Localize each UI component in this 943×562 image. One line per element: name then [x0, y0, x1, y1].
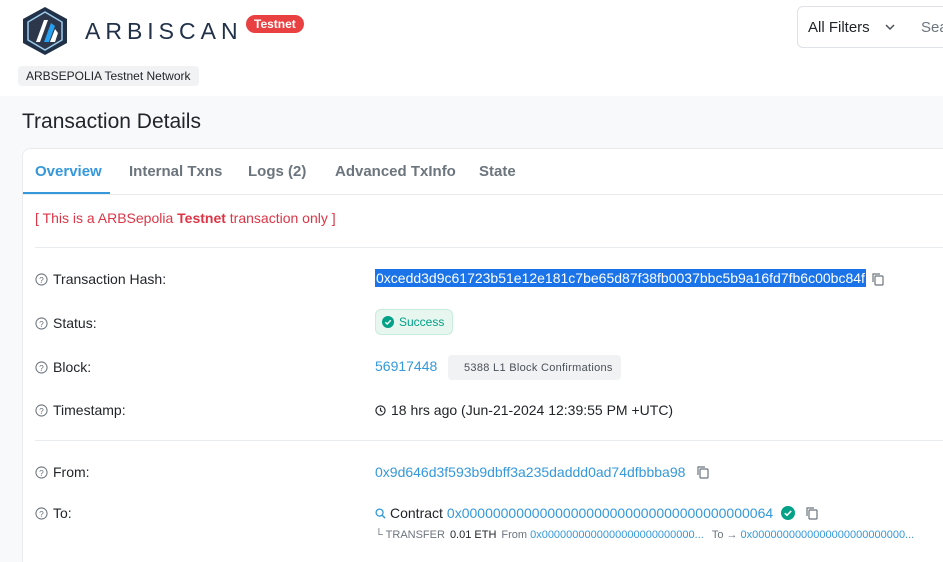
- timestamp: 18 hrs ago (Jun-21-2024 12:39:55 PM +UTC…: [375, 402, 673, 418]
- svg-text:?: ?: [39, 467, 44, 477]
- from-row-label: ? From:: [35, 464, 90, 480]
- copy-icon[interactable]: [696, 465, 710, 479]
- to-contract: Contract 0x00000000000000000000000000000…: [375, 505, 796, 521]
- block-label: Block:: [53, 359, 92, 375]
- testnet-notice: [ This is a ARBSepolia Testnet transacti…: [35, 210, 336, 226]
- block-row-label: ? Block:: [35, 359, 91, 375]
- tab-bar: Overview Internal Txns Logs (2) Advanced…: [23, 149, 943, 195]
- hash-row-label: ? Transaction Hash:: [35, 271, 166, 287]
- notice-suffix: transaction only ]: [225, 210, 336, 226]
- divider: [35, 247, 943, 248]
- transfer-to-word: To →: [711, 529, 738, 541]
- internal-transfer: └ TRANSFER 0.01 ETH From 0x0000000000000…: [375, 529, 914, 541]
- to-row-label: ? To:: [35, 505, 72, 521]
- search-input[interactable]: [911, 6, 943, 48]
- to-label: To:: [53, 505, 72, 521]
- copy-icon[interactable]: [805, 506, 819, 520]
- tab-overview[interactable]: Overview: [35, 163, 102, 180]
- question-circle-icon[interactable]: ?: [35, 360, 48, 374]
- notice-bold: Testnet: [177, 210, 226, 226]
- transaction-card: Overview Internal Txns Logs (2) Advanced…: [22, 148, 943, 562]
- verified-check-icon: [781, 506, 796, 520]
- from-label: From:: [53, 464, 90, 480]
- hash-label: Transaction Hash:: [53, 271, 167, 287]
- from-address-link[interactable]: 0x9d646d3f593b9dbff3a235daddd0ad74dfbbba…: [375, 464, 685, 480]
- clock-icon: [375, 404, 386, 416]
- question-circle-icon[interactable]: ?: [35, 465, 48, 479]
- tab-internal-txns[interactable]: Internal Txns: [129, 163, 222, 180]
- transfer-from-word: From: [501, 529, 528, 541]
- transfer-amount: 0.01 ETH: [449, 529, 497, 541]
- to-address-link[interactable]: 0x00000000000000000000000000000000000000…: [447, 505, 773, 521]
- filter-label: All Filters: [808, 18, 870, 36]
- chevron-down-icon: [885, 24, 895, 31]
- svg-text:?: ?: [39, 274, 44, 284]
- page-title: Transaction Details: [22, 110, 201, 133]
- check-circle-icon: [382, 316, 394, 328]
- transaction-hash[interactable]: 0xcedd3d9c61723b51e12e181c7be65d87f38fb0…: [375, 269, 866, 287]
- testnet-badge: Testnet: [246, 15, 304, 33]
- status-row-label: ? Status:: [35, 315, 97, 331]
- search-filter-select[interactable]: All Filters: [797, 6, 912, 48]
- question-circle-icon[interactable]: ?: [35, 506, 48, 520]
- copy-icon[interactable]: [871, 272, 885, 286]
- status-value: Success: [399, 315, 445, 329]
- active-tab-indicator: [23, 192, 110, 194]
- transfer-to-link[interactable]: 0x0000000000000000000000000...: [741, 529, 915, 541]
- svg-text:?: ?: [39, 362, 44, 372]
- arbiscan-logo-icon[interactable]: [22, 6, 68, 56]
- contract-word: Contract: [390, 505, 443, 521]
- top-header: ARBISCAN Testnet ARBSEPOLIA Testnet Netw…: [0, 0, 943, 96]
- block-confirmations-badge: 5388 L1 Block Confirmations: [448, 355, 621, 380]
- block-number-link[interactable]: 56917448: [375, 358, 437, 374]
- tab-advanced-txinfo[interactable]: Advanced TxInfo: [335, 163, 456, 180]
- question-circle-icon[interactable]: ?: [35, 403, 48, 417]
- svg-text:?: ?: [39, 508, 44, 518]
- network-label: ARBSEPOLIA Testnet Network: [18, 66, 199, 86]
- timestamp-row-label: ? Timestamp:: [35, 402, 126, 418]
- timestamp-label: Timestamp:: [53, 402, 126, 418]
- svg-text:?: ?: [39, 318, 44, 328]
- contract-search-icon[interactable]: [375, 507, 386, 519]
- tab-state[interactable]: State: [479, 163, 516, 180]
- status-badge: Success: [375, 309, 454, 335]
- transfer-prefix: └ TRANSFER: [375, 529, 445, 541]
- transfer-from-link[interactable]: 0x0000000000000000000000000...: [530, 529, 704, 541]
- question-circle-icon[interactable]: ?: [35, 316, 48, 330]
- divider: [35, 440, 943, 441]
- brand-name[interactable]: ARBISCAN: [85, 18, 243, 45]
- status-label: Status:: [53, 315, 97, 331]
- question-circle-icon[interactable]: ?: [35, 272, 48, 286]
- tab-logs[interactable]: Logs (2): [248, 163, 306, 180]
- notice-prefix: [ This is a ARBSepolia: [35, 210, 178, 226]
- timestamp-value: 18 hrs ago (Jun-21-2024 12:39:55 PM +UTC…: [391, 402, 674, 418]
- svg-text:?: ?: [39, 405, 44, 415]
